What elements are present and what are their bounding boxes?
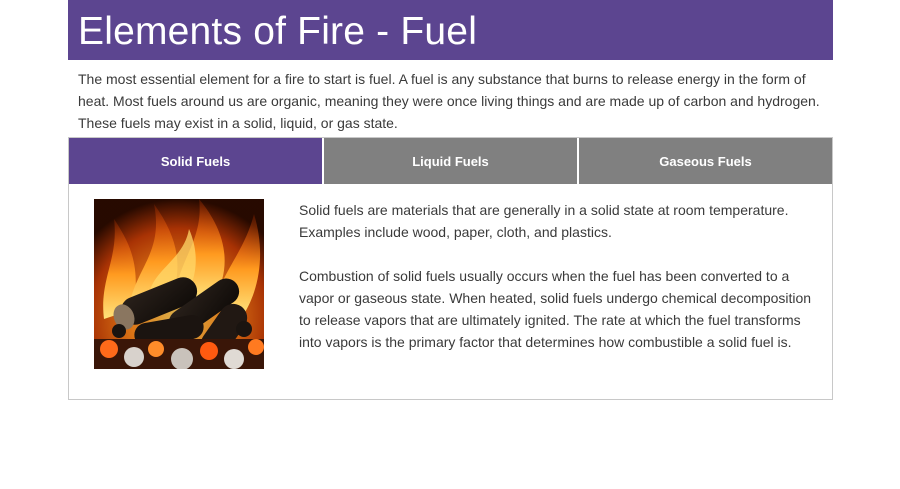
tab-solid-fuels[interactable]: Solid Fuels [69, 138, 322, 184]
header-bar: Elements of Fire - Fuel [68, 0, 833, 60]
solid-fuels-paragraph-1: Solid fuels are materials that are gener… [299, 202, 789, 240]
tab-liquid-fuels[interactable]: Liquid Fuels [322, 138, 577, 184]
fuel-tabs-panel: Solid Fuels Liquid Fuels Gaseous Fuels S… [68, 137, 833, 400]
tab-text-content: Solid fuels are materials that are gener… [299, 199, 812, 369]
tab-gaseous-fuels[interactable]: Gaseous Fuels [577, 138, 832, 184]
tab-content: Solid fuels are materials that are gener… [69, 184, 832, 369]
solid-fuels-paragraph-2: Combustion of solid fuels usually occurs… [299, 268, 812, 350]
burning-wood-fire-image [94, 199, 264, 369]
tab-bar: Solid Fuels Liquid Fuels Gaseous Fuels [69, 138, 832, 184]
page-title: Elements of Fire - Fuel [78, 10, 478, 53]
intro-text: The most essential element for a fire to… [78, 71, 820, 131]
page-container: Elements of Fire - Fuel The most essenti… [68, 0, 833, 400]
